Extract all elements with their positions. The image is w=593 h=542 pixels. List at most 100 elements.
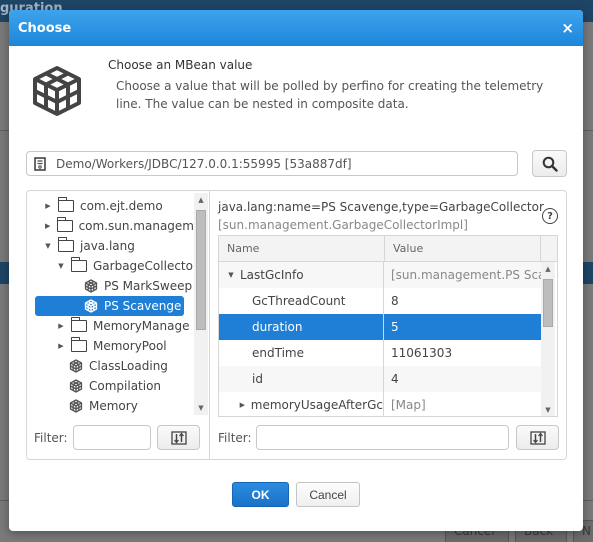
table-row[interactable]: duration 5 bbox=[219, 314, 541, 340]
tree-item[interactable]: PS Scavenge bbox=[35, 296, 184, 316]
dialog-title: Choose bbox=[18, 20, 72, 36]
table-row[interactable]: ▶ memoryUsageAfterGc [Map] bbox=[219, 392, 541, 416]
connection-row: Demo/Workers/JDBC/127.0.0.1:55995 [53a88… bbox=[26, 150, 567, 177]
tree-item[interactable]: Compilation bbox=[27, 376, 194, 396]
table-row[interactable]: ▼ LastGcInfo [sun.management.PS Scav bbox=[219, 262, 541, 288]
table-sort-button[interactable] bbox=[516, 425, 559, 450]
table-row[interactable]: endTime 11061303 bbox=[219, 340, 541, 366]
cancel-button[interactable]: Cancel bbox=[296, 482, 360, 507]
tree-item[interactable]: Memory bbox=[27, 396, 194, 416]
tree-item[interactable]: ▶ com.ejt.demo bbox=[27, 196, 194, 216]
collapse-arrow-icon[interactable]: ▼ bbox=[44, 242, 52, 250]
column-header-name[interactable]: Name bbox=[219, 236, 385, 261]
scroll-down-icon[interactable]: ▼ bbox=[541, 403, 555, 416]
folder-icon bbox=[70, 317, 87, 332]
tree-scroll-thumb[interactable] bbox=[196, 210, 206, 330]
attribute-name: GcThreadCount bbox=[252, 294, 346, 308]
expand-arrow-icon[interactable]: ▶ bbox=[57, 342, 65, 350]
tree-item[interactable]: ▶ MemoryManage bbox=[27, 316, 194, 336]
table-scrollbar[interactable]: ▲ ▼ bbox=[541, 262, 555, 416]
name-cell: ▼ LastGcInfo bbox=[219, 262, 384, 288]
name-cell: ▶ memoryUsageAfterGc bbox=[219, 392, 384, 416]
table-scroll-thumb[interactable] bbox=[543, 279, 553, 327]
connection-value: Demo/Workers/JDBC/127.0.0.1:55995 [53a88… bbox=[56, 156, 352, 171]
value-cell: [sun.management.PS Scav bbox=[391, 268, 541, 282]
mbean-icon bbox=[69, 399, 83, 413]
intro-section: Choose an MBean value Choose a value tha… bbox=[9, 46, 583, 146]
scroll-up-icon[interactable]: ▲ bbox=[541, 262, 555, 276]
name-cell: duration bbox=[219, 314, 384, 340]
intro-description: Choose a value that will be polled by pe… bbox=[116, 79, 544, 111]
tree-item-label: com.sun.managem bbox=[78, 219, 194, 233]
tree-item[interactable]: ▶ com.sun.managem bbox=[27, 216, 194, 236]
tree-item-label: com.ejt.demo bbox=[80, 199, 163, 213]
help-icon[interactable]: ? bbox=[542, 208, 558, 224]
expand-arrow-icon[interactable]: ▶ bbox=[239, 401, 246, 409]
mbean-tree: ▶ com.ejt.demo ▶ com.sun.managem ▼ java.lang ▼… bbox=[27, 196, 194, 418]
scroll-up-icon[interactable]: ▲ bbox=[194, 193, 208, 207]
collapse-arrow-icon[interactable]: ▼ bbox=[227, 271, 235, 279]
table-row[interactable]: id 4 bbox=[219, 366, 541, 392]
search-icon bbox=[542, 156, 558, 172]
table-filter-input[interactable] bbox=[256, 425, 509, 450]
name-cell: GcThreadCount bbox=[219, 288, 384, 314]
attribute-name: LastGcInfo bbox=[240, 268, 304, 282]
column-header-value[interactable]: Value bbox=[385, 236, 541, 261]
tree-item[interactable]: ▼ GarbageCollecto bbox=[27, 256, 194, 276]
server-icon bbox=[34, 156, 46, 171]
tree-item[interactable]: ▼ java.lang bbox=[27, 236, 194, 256]
expand-arrow-icon[interactable]: ▶ bbox=[44, 202, 52, 210]
mbean-icon bbox=[84, 279, 98, 293]
attribute-name: duration bbox=[252, 320, 303, 334]
table-filter-label: Filter: bbox=[218, 431, 252, 445]
dialog-header: Choose × bbox=[9, 10, 583, 46]
folder-icon bbox=[57, 197, 74, 212]
expand-arrow-icon[interactable]: ▶ bbox=[57, 322, 65, 330]
ok-button[interactable]: OK bbox=[232, 482, 289, 507]
tree-scrollbar[interactable]: ▲ ▼ bbox=[194, 193, 208, 415]
attributes-table: Name Value ▼ LastGcInfo [sun.management.PS… bbox=[218, 235, 558, 417]
name-cell: endTime bbox=[219, 340, 384, 366]
table-row[interactable]: GcThreadCount 8 bbox=[219, 288, 541, 314]
scroll-down-icon[interactable]: ▼ bbox=[194, 401, 208, 415]
tree-item-label: MemoryManage bbox=[93, 319, 190, 333]
split-panel: ▶ com.ejt.demo ▶ com.sun.managem ▼ java.lang ▼… bbox=[26, 190, 567, 460]
attribute-name: memoryUsageAfterGc bbox=[250, 398, 383, 412]
folder-icon bbox=[56, 217, 73, 232]
tree-item[interactable]: ▶ MemoryPool bbox=[27, 336, 194, 356]
name-cell: id bbox=[219, 366, 384, 392]
tree-item-label: GarbageCollecto bbox=[93, 259, 193, 273]
mbean-tree-pane: ▶ com.ejt.demo ▶ com.sun.managem ▼ java.lang ▼… bbox=[27, 191, 210, 459]
table-header: Name Value bbox=[219, 236, 557, 262]
tree-item[interactable]: ClassLoading bbox=[27, 356, 194, 376]
expand-arrow-icon[interactable]: ▶ bbox=[44, 222, 51, 230]
mbean-detail-pane: java.lang:name=PS Scavenge,type=GarbageC… bbox=[211, 191, 567, 459]
tree-item-label: Memory bbox=[89, 399, 138, 413]
tree-sort-button[interactable] bbox=[157, 425, 200, 450]
tree-item-label: PS MarkSweep bbox=[104, 279, 193, 293]
intro-title: Choose an MBean value bbox=[108, 58, 253, 72]
tree-item[interactable]: PS MarkSweep bbox=[27, 276, 194, 296]
value-cell: 5 bbox=[391, 320, 399, 334]
connection-field[interactable]: Demo/Workers/JDBC/127.0.0.1:55995 [53a88… bbox=[26, 151, 518, 176]
sort-icon bbox=[170, 430, 187, 445]
search-button[interactable] bbox=[532, 150, 567, 177]
table-body: ▼ LastGcInfo [sun.management.PS Scav GcThre… bbox=[219, 262, 541, 416]
folder-icon bbox=[57, 237, 74, 252]
value-cell: 8 bbox=[391, 294, 399, 308]
tree-item-label: Compilation bbox=[89, 379, 162, 393]
attribute-name: id bbox=[252, 372, 263, 386]
value-cell: 4 bbox=[391, 372, 399, 386]
tree-filter-label: Filter: bbox=[34, 431, 68, 445]
folder-icon bbox=[70, 257, 87, 272]
tree-item-label: MemoryPool bbox=[93, 339, 167, 353]
value-cell: 11061303 bbox=[391, 346, 453, 360]
attribute-name: endTime bbox=[252, 346, 304, 360]
tree-item-label: PS Scavenge bbox=[104, 299, 182, 313]
collapse-arrow-icon[interactable]: ▼ bbox=[57, 262, 65, 270]
close-icon[interactable]: × bbox=[561, 20, 574, 36]
mbean-cube-icon bbox=[33, 66, 81, 116]
tree-filter-input[interactable] bbox=[73, 425, 151, 450]
dialog-footer: OK Cancel bbox=[9, 482, 583, 512]
tree-item-label: java.lang bbox=[80, 239, 135, 253]
